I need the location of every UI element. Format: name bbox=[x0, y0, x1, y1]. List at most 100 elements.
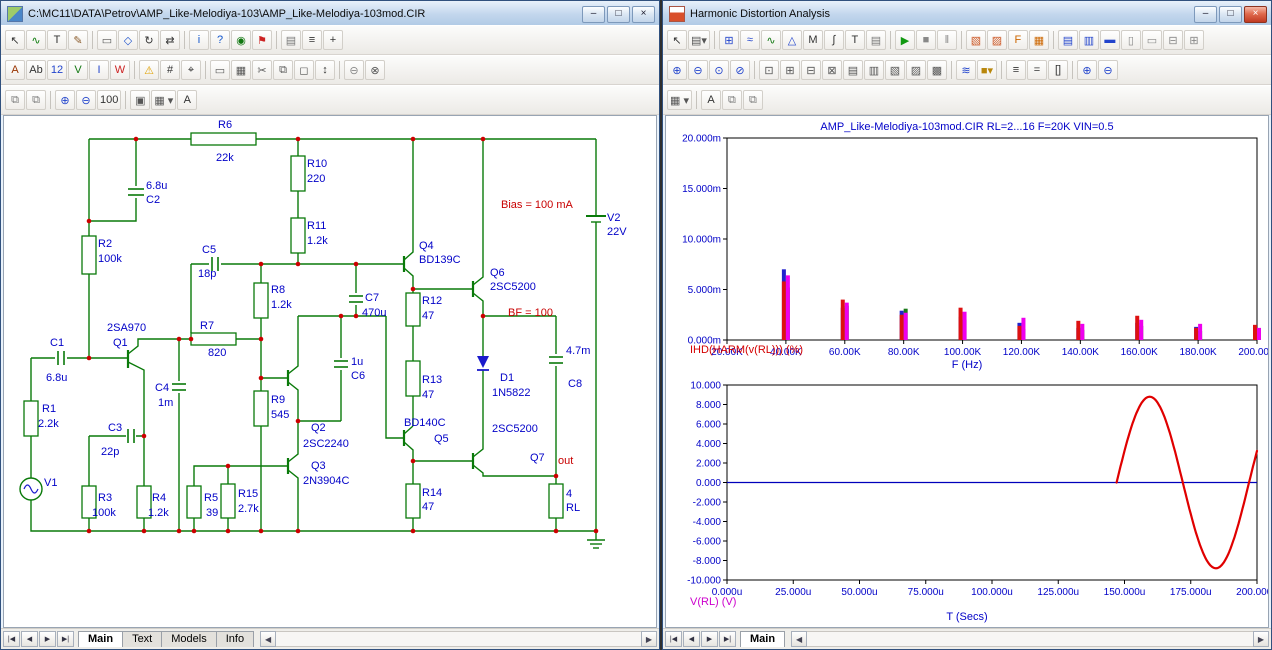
tool-color-combo-icon[interactable]: ■▾ bbox=[977, 60, 997, 80]
scroll-right-button[interactable]: ▶ bbox=[1253, 631, 1269, 647]
tool-sep3[interactable] bbox=[339, 61, 340, 79]
tool-list-1-icon[interactable]: ▤ bbox=[1058, 30, 1078, 50]
tool-clip1-icon[interactable]: ⧉ bbox=[722, 90, 742, 110]
tool-text-tool[interactable]: T bbox=[47, 30, 67, 50]
tool-wire-tool[interactable]: ∿ bbox=[26, 30, 46, 50]
tool-annotate-icon[interactable]: A bbox=[177, 90, 197, 110]
tool-stop-button[interactable]: ■ bbox=[916, 30, 936, 50]
tool-crosshair-icon[interactable]: ⌖ bbox=[181, 60, 201, 80]
tool-cut-icon[interactable]: ✂ bbox=[252, 60, 272, 80]
transient-legend[interactable]: V(RL) (V) bbox=[690, 596, 736, 608]
tool-file-combo-icon[interactable]: ▤▾ bbox=[688, 30, 710, 50]
tool-list-icon[interactable]: ≡ bbox=[302, 30, 322, 50]
transient-chart[interactable]: 10.0008.0006.0004.0002.0000.000-2.000-4.… bbox=[666, 372, 1268, 628]
tool-zoom-in-icon[interactable]: ⊕ bbox=[667, 60, 687, 80]
tool-slope-icon[interactable]: △ bbox=[782, 30, 802, 50]
tool-point-tag-tool[interactable]: ◉ bbox=[231, 30, 251, 50]
tool-expand-icon[interactable]: ↕ bbox=[315, 60, 335, 80]
tool-zoom-off-icon[interactable]: ⊘ bbox=[730, 60, 750, 80]
tool-scope-mode-icon[interactable]: ⊞ bbox=[719, 30, 739, 50]
page-nav-first[interactable]: |◀ bbox=[665, 631, 682, 647]
window-control-minimize[interactable]: – bbox=[1194, 6, 1217, 23]
distortion-plot-svg[interactable]: 20.000m15.000m10.000m5.000m0.000m20.00K4… bbox=[666, 116, 1269, 372]
tool-sep3[interactable] bbox=[961, 31, 962, 49]
tool-find-part-icon[interactable]: + bbox=[323, 30, 343, 50]
tool-sep1[interactable] bbox=[92, 31, 93, 49]
tool-sep2[interactable] bbox=[890, 31, 891, 49]
tool-sep1[interactable] bbox=[134, 61, 135, 79]
tool-info-tool[interactable]: i bbox=[189, 30, 209, 50]
schematic-titlebar[interactable]: C:\MC11\DATA\Petrov\AMP_Like-Melodiya-10… bbox=[1, 1, 659, 25]
tool-sep3[interactable] bbox=[1001, 61, 1002, 79]
tool-sep4[interactable] bbox=[1072, 61, 1073, 79]
tool-checkbox-icon[interactable]: ◻ bbox=[294, 60, 314, 80]
tool-list-icon[interactable]: ≡ bbox=[1006, 60, 1026, 80]
tool-cursor-right-icon[interactable]: ▨ bbox=[987, 30, 1007, 50]
distortion-chart[interactable]: AMP_Like-Melodiya-103mod.CIR RL=2...16 F… bbox=[666, 116, 1268, 372]
tool-stack-plots-icon[interactable]: ≋ bbox=[956, 60, 976, 80]
tool-log-x-icon[interactable]: ▧ bbox=[885, 60, 905, 80]
page-nav-first[interactable]: |◀ bbox=[3, 631, 20, 647]
tool-brackets-icon[interactable]: [] bbox=[1048, 60, 1068, 80]
tool-select-tool[interactable]: ↖ bbox=[5, 30, 25, 50]
tool-cursor-left-icon[interactable]: ▧ bbox=[966, 30, 986, 50]
tool-data-points-icon[interactable]: ▦ bbox=[1029, 30, 1049, 50]
tool-sep2[interactable] bbox=[184, 31, 185, 49]
tool-clip2-icon[interactable]: ⧉ bbox=[26, 90, 46, 110]
tab-main[interactable]: Main bbox=[740, 631, 785, 647]
tool-axes-3-icon[interactable]: ⊠ bbox=[822, 60, 842, 80]
scroll-track[interactable] bbox=[276, 631, 641, 647]
schematic-canvas[interactable]: R622kR10220R111.2k6.8uC2R2100kC518pR81.2… bbox=[3, 115, 657, 628]
window-control-minimize[interactable]: – bbox=[582, 6, 605, 23]
page-nav-last[interactable]: ▶| bbox=[719, 631, 736, 647]
tool-windows-icon[interactable]: ⊟ bbox=[1163, 30, 1183, 50]
tool-grid-icon[interactable]: ▦ bbox=[231, 60, 251, 80]
tool-sep2[interactable] bbox=[205, 61, 206, 79]
tool-clip2-icon[interactable]: ⧉ bbox=[743, 90, 763, 110]
tool-magnify-in-icon[interactable]: ⊕ bbox=[1077, 60, 1097, 80]
tool-sep2[interactable] bbox=[125, 91, 126, 109]
tool-log-y-icon[interactable]: ▨ bbox=[906, 60, 926, 80]
tool-node-numbers-icon[interactable]: 12 bbox=[47, 60, 67, 80]
tool-flag-tool[interactable]: ⚑ bbox=[252, 30, 272, 50]
plot-region[interactable]: AMP_Like-Melodiya-103mod.CIR RL=2...16 F… bbox=[665, 115, 1269, 628]
tool-border-icon[interactable]: ▭ bbox=[210, 60, 230, 80]
distortion-legend[interactable]: IHD(HARM(v(RL))) (%) bbox=[690, 344, 803, 356]
tool-polygon-tool[interactable]: ◇ bbox=[118, 30, 138, 50]
tool-grid-combo-icon[interactable]: ▦ ▾ bbox=[667, 90, 692, 110]
page-nav-prev[interactable]: ◀ bbox=[21, 631, 38, 647]
tool-run-button[interactable]: ▶ bbox=[895, 30, 915, 50]
tool-sep1[interactable] bbox=[714, 31, 715, 49]
tool-flip-tool[interactable]: ⇄ bbox=[160, 30, 180, 50]
tool-sep3[interactable] bbox=[276, 31, 277, 49]
tool-currents-icon[interactable]: I bbox=[89, 60, 109, 80]
tool-disable-icon[interactable]: ⊖ bbox=[344, 60, 364, 80]
tool-pin-names-icon[interactable]: Ab bbox=[26, 60, 46, 80]
tab-text[interactable]: Text bbox=[122, 631, 162, 647]
tool-warning-icon[interactable]: ⚠ bbox=[139, 60, 159, 80]
tool-camera-icon[interactable]: ▣ bbox=[130, 90, 150, 110]
tool-sep4[interactable] bbox=[1053, 31, 1054, 49]
tool-sep1[interactable] bbox=[50, 91, 51, 109]
tool-graphics-tool[interactable]: ✎ bbox=[68, 30, 88, 50]
tool-scale-y-icon[interactable]: ▥ bbox=[864, 60, 884, 80]
tool-measure-icon[interactable]: M bbox=[803, 30, 823, 50]
tool-waveform-icon[interactable]: ≈ bbox=[740, 30, 760, 50]
analysis-titlebar[interactable]: Harmonic Distortion Analysis –□× bbox=[663, 1, 1271, 25]
tool-grid-text-icon[interactable]: # bbox=[160, 60, 180, 80]
window-control-maximize[interactable]: □ bbox=[607, 6, 630, 23]
tool-annotate-icon[interactable]: A bbox=[701, 90, 721, 110]
tool-copy-icon[interactable]: ⧉ bbox=[273, 60, 293, 80]
tool-select-box-icon[interactable]: ⊡ bbox=[759, 60, 779, 80]
scroll-track[interactable] bbox=[807, 631, 1253, 647]
tab-main[interactable]: Main bbox=[78, 631, 123, 647]
tool-sep1[interactable] bbox=[754, 61, 755, 79]
tool-magnify-out-icon[interactable]: ⊖ bbox=[1098, 60, 1118, 80]
tool-calc-icon[interactable]: = bbox=[1027, 60, 1047, 80]
tool-tile-v-icon[interactable]: ▯ bbox=[1121, 30, 1141, 50]
tool-attribute-text-icon[interactable]: A bbox=[5, 60, 25, 80]
tool-clip1-icon[interactable]: ⧉ bbox=[5, 90, 25, 110]
page-nav-next[interactable]: ▶ bbox=[39, 631, 56, 647]
tool-zoom-out-icon[interactable]: ⊖ bbox=[688, 60, 708, 80]
tool-zoom-100-icon[interactable]: 100 bbox=[97, 90, 121, 110]
